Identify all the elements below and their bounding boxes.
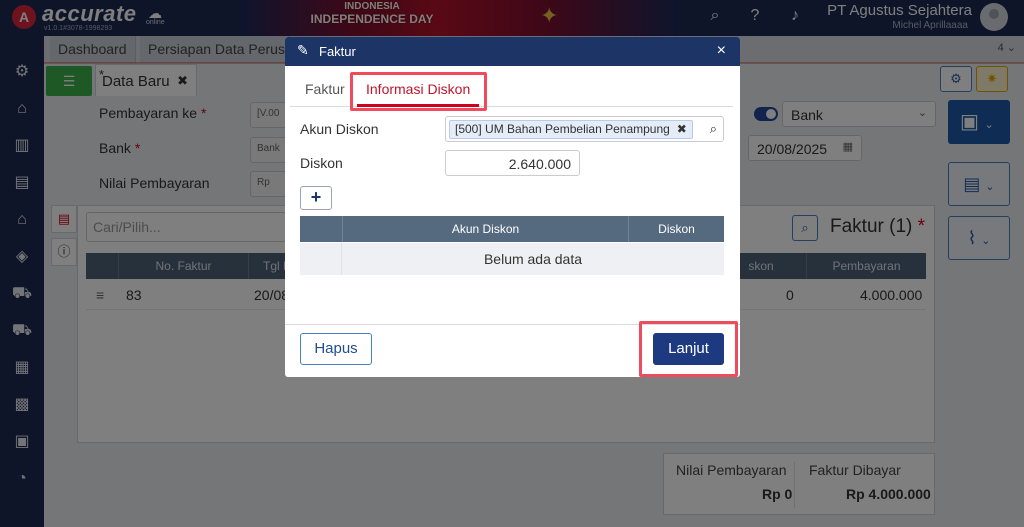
diskon-field[interactable]: 2.640.000: [445, 150, 580, 176]
empty-text: Belum ada data: [483, 251, 583, 267]
highlight-tab: [350, 72, 487, 111]
close-icon[interactable]: ×: [717, 42, 726, 60]
akun-diskon-field[interactable]: [500] UM Bahan Pembelian Penampung ✖ ⌕: [445, 116, 724, 142]
akun-chip-label: [500] UM Bahan Pembelian Penampung: [455, 122, 670, 136]
akun-chip: [500] UM Bahan Pembelian Penampung ✖: [449, 120, 693, 139]
dialog-header: ✎ Faktur ×: [285, 37, 740, 66]
empty-row: Belum ada data: [300, 243, 724, 275]
akun-diskon-label: Akun Diskon: [300, 121, 379, 137]
hapus-button[interactable]: Hapus: [300, 333, 372, 365]
table-body: [300, 275, 724, 305]
empty-row-cell: [300, 243, 342, 275]
dialog-title: Faktur: [319, 44, 356, 59]
col-akun-diskon: Akun Diskon: [342, 216, 628, 242]
tab-faktur[interactable]: Faktur: [305, 81, 345, 97]
col-blank: [300, 216, 342, 242]
remove-chip-icon[interactable]: ✖: [677, 121, 687, 138]
search-icon[interactable]: ⌕: [710, 121, 717, 137]
faktur-dialog: ✎ Faktur × Faktur Informasi Diskon Akun …: [285, 37, 740, 377]
col-diskon: Diskon: [628, 216, 724, 242]
add-row-button[interactable]: +: [300, 186, 332, 210]
pencil-icon: ✎: [297, 42, 309, 58]
diskon-table-header: Akun Diskon Diskon: [300, 216, 724, 242]
highlight-lanjut: [639, 321, 738, 377]
diskon-label: Diskon: [300, 155, 343, 171]
